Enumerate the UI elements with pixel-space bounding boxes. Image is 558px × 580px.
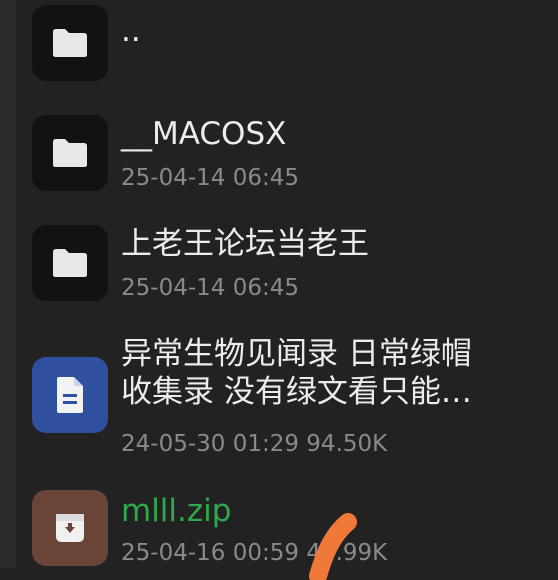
list-item-parent[interactable]: .. bbox=[0, 0, 558, 100]
list-item-document[interactable]: 异常生物见闻录 日常绿帽 收集录 没有绿文看只能… 24-05-30 01:29… bbox=[0, 330, 558, 470]
document-icon-tile bbox=[32, 357, 108, 433]
folder-icon-tile bbox=[32, 5, 108, 81]
file-meta: 24-05-30 01:29 94.50K bbox=[121, 431, 388, 457]
swipe-gesture-trail bbox=[309, 513, 357, 580]
folder-icon bbox=[53, 139, 87, 167]
file-name-line-1: 异常生物见闻录 日常绿帽 bbox=[121, 336, 472, 372]
file-name-line-2: 收集录 没有绿文看只能… bbox=[121, 374, 472, 410]
file-name: __MACOSX bbox=[121, 116, 287, 152]
file-name: 上老王论坛当老王 bbox=[121, 226, 369, 262]
archive-icon-tile bbox=[32, 490, 108, 566]
archive-icon bbox=[56, 514, 84, 542]
document-icon bbox=[57, 377, 83, 413]
folder-icon bbox=[53, 29, 87, 57]
file-list: .. __MACOSX 25-04-14 06:45 上老王论坛当老王 25-0… bbox=[0, 0, 558, 568]
list-item-folder[interactable]: __MACOSX 25-04-14 06:45 bbox=[0, 110, 558, 210]
folder-icon-tile bbox=[32, 115, 108, 191]
file-name: 异常生物见闻录 日常绿帽 收集录 没有绿文看只能… bbox=[121, 335, 541, 411]
list-item-archive[interactable]: mlll.zip 25-04-16 00:59 48.99K bbox=[0, 482, 558, 568]
file-meta: 25-04-14 06:45 bbox=[121, 165, 299, 191]
folder-icon bbox=[53, 249, 87, 277]
folder-icon-tile bbox=[32, 225, 108, 301]
file-meta: 25-04-14 06:45 bbox=[121, 275, 299, 301]
file-name: mlll.zip bbox=[121, 493, 232, 529]
file-name: .. bbox=[121, 13, 141, 49]
list-item-folder[interactable]: 上老王论坛当老王 25-04-14 06:45 bbox=[0, 220, 558, 320]
